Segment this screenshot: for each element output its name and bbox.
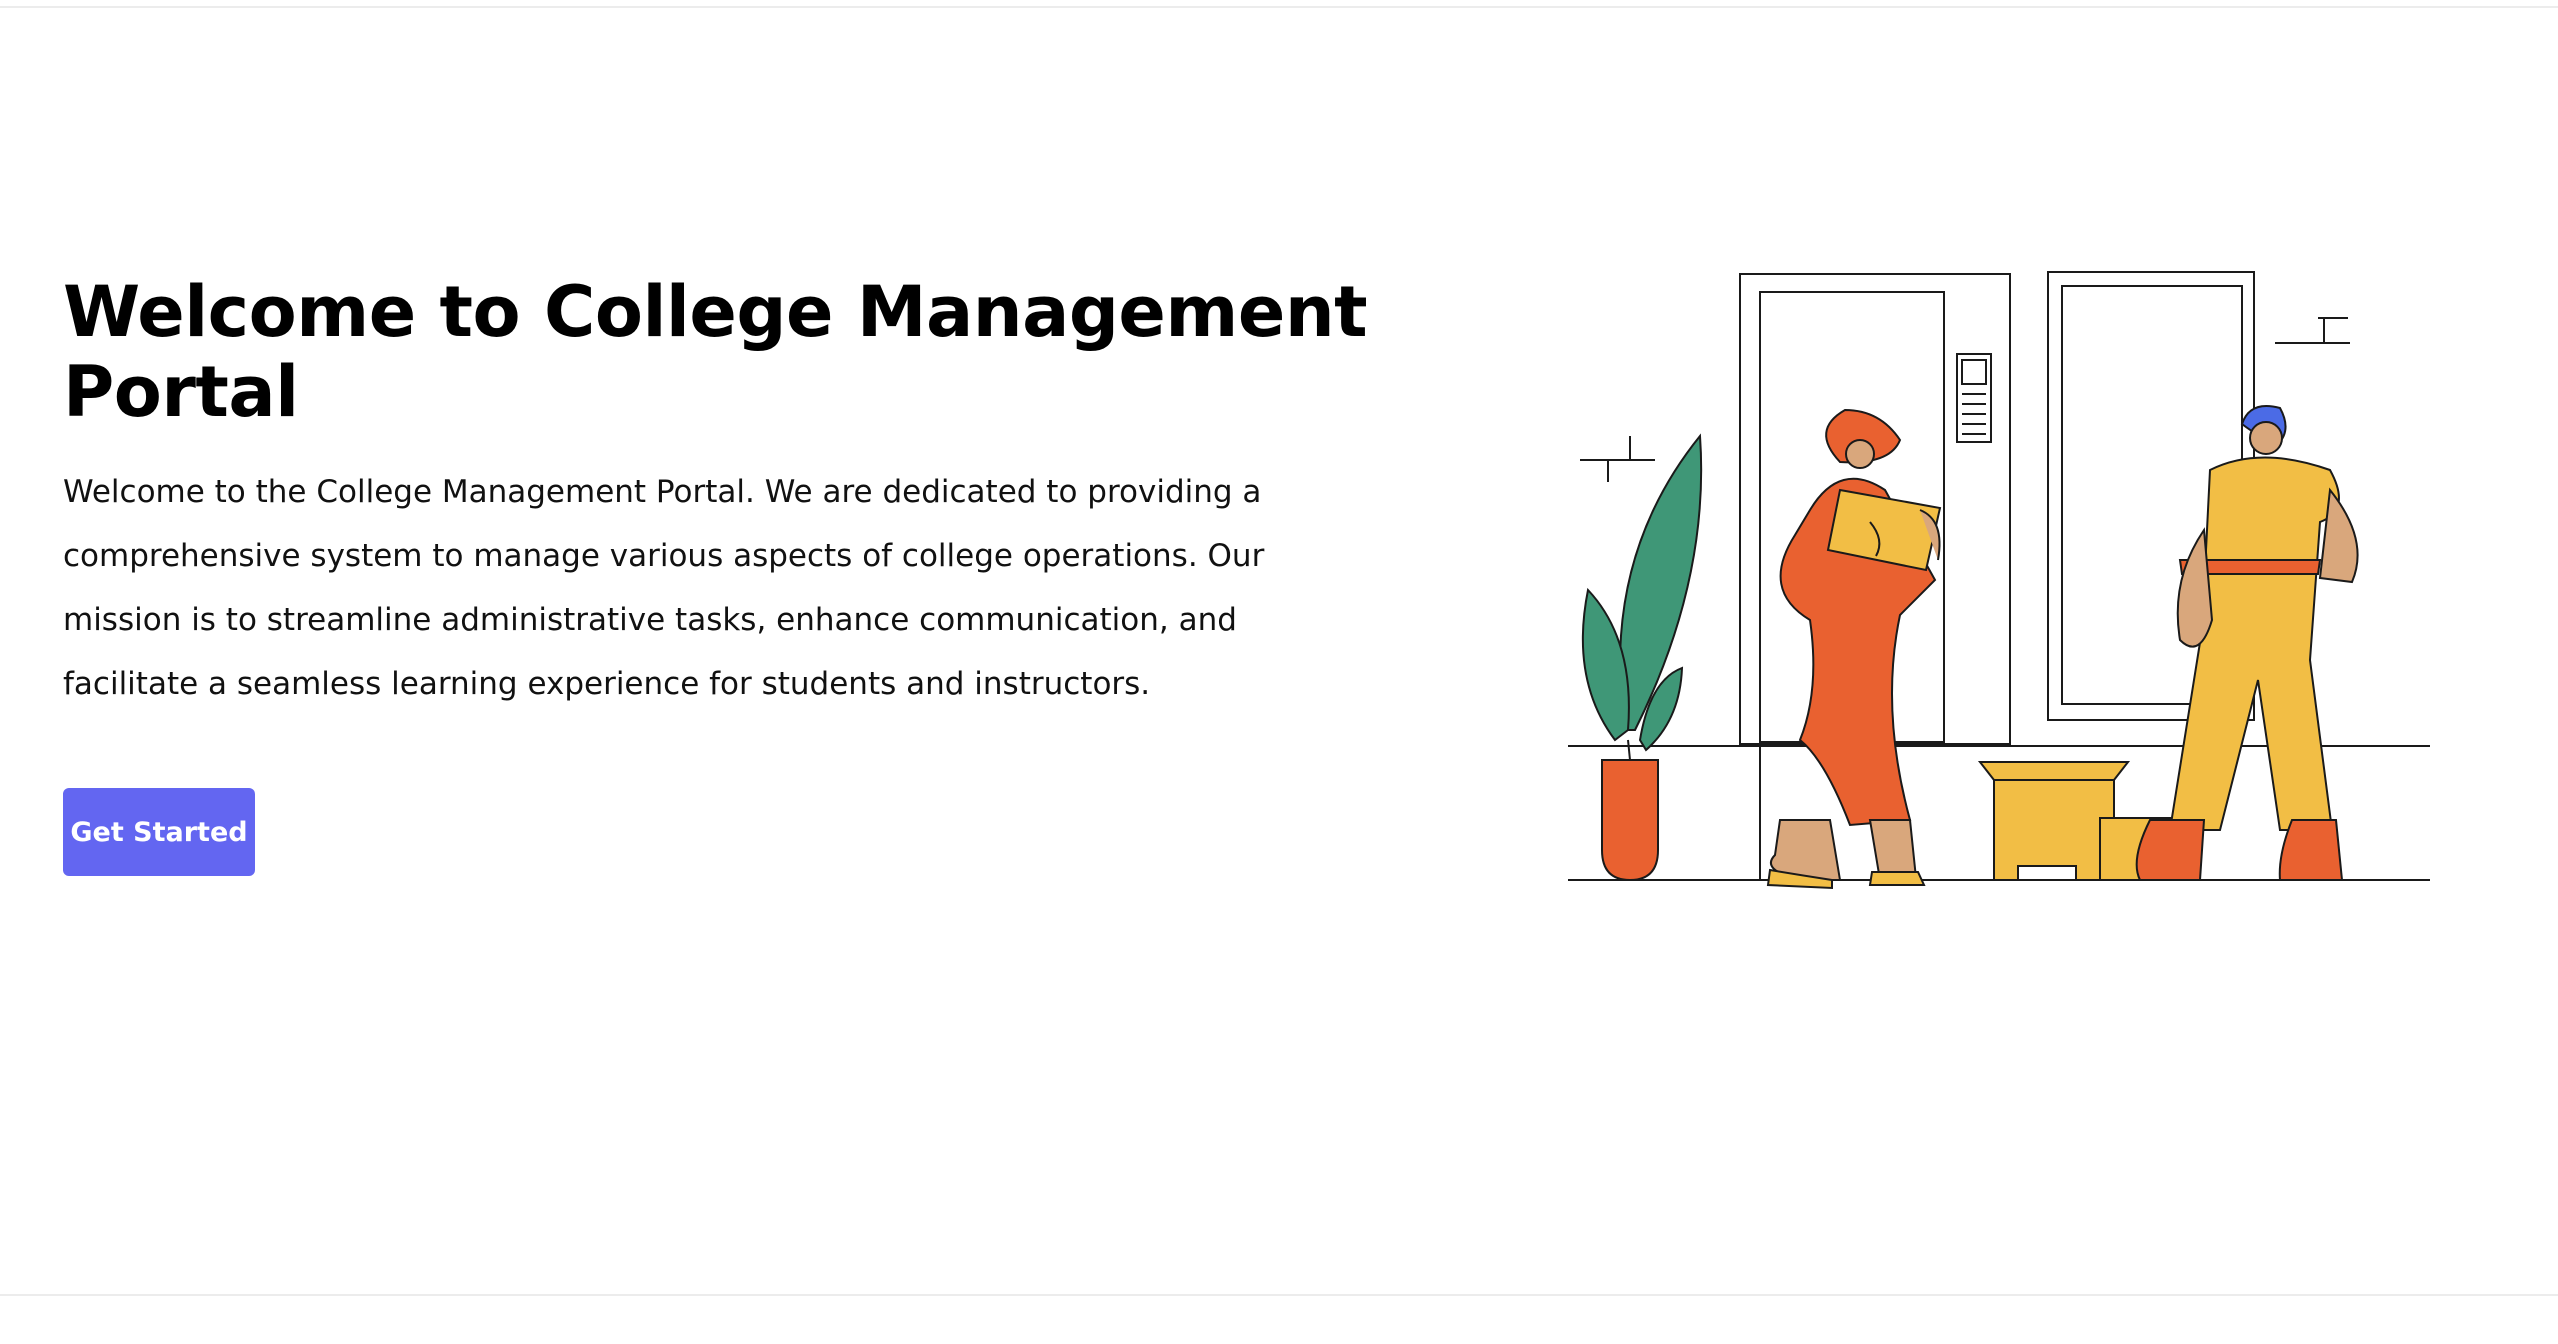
hero-section: Welcome to College Management Portal Wel… — [63, 272, 1383, 716]
moving-people-illustration — [1540, 260, 2440, 900]
hero-description: Welcome to the College Management Portal… — [63, 474, 1265, 702]
illustration-graphic — [1568, 271, 2430, 890]
top-divider — [0, 6, 2558, 8]
bottom-divider — [0, 1294, 2558, 1296]
get-started-button[interactable]: Get Started — [63, 788, 255, 876]
page-title: Welcome to College Management Portal — [63, 271, 1368, 433]
